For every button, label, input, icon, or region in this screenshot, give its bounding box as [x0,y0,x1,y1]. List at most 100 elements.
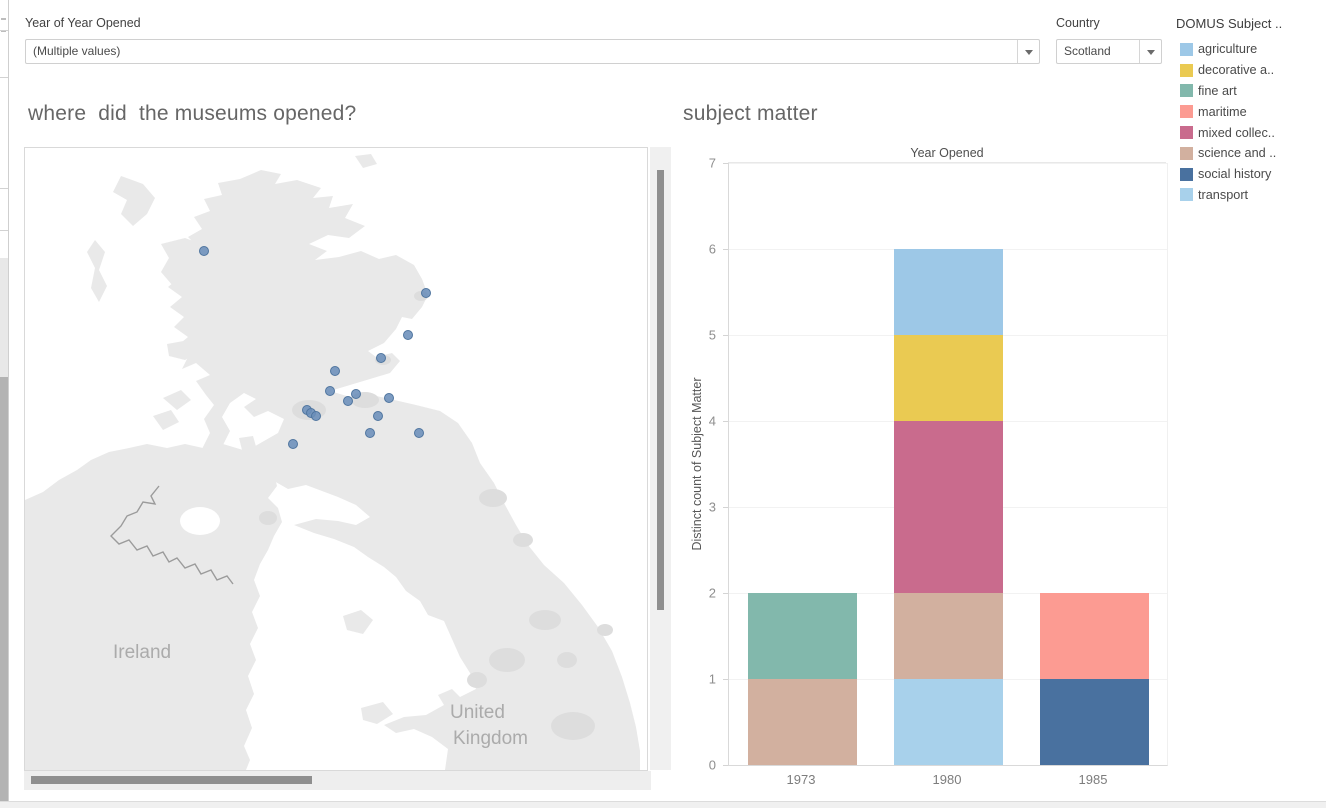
museum-point[interactable] [422,289,431,298]
y-tick-label: 0 [709,758,716,773]
country-filter-dropdown[interactable]: Scotland [1056,39,1162,64]
bar-segment-mixed-collec-[interactable] [894,421,1003,593]
museum-point[interactable] [385,394,394,403]
museum-point[interactable] [200,247,209,256]
y-tick-mark [723,593,728,594]
map-vertical-scrollbar[interactable] [650,147,671,770]
legend-title: DOMUS Subject .. [1176,16,1282,31]
legend-item-label: agriculture [1198,42,1257,56]
y-tick-mark [723,249,728,250]
map-place-label: Ireland [113,642,171,663]
bar-segment-science-and-[interactable] [894,593,1003,679]
museum-point[interactable] [344,397,353,406]
y-tick-mark [723,163,728,164]
country-filter-value: Scotland [1064,40,1111,63]
chevron-down-icon [1025,50,1033,55]
y-tick-label: 1 [709,672,716,687]
y-tick-mark [723,679,728,680]
map-canvas[interactable]: Ireland United Kingdom [25,148,647,770]
y-tick-mark [723,335,728,336]
museum-point[interactable] [289,440,298,449]
legend-item[interactable]: maritime [1180,101,1276,122]
year-filter-label: Year of Year Opened [25,16,141,30]
bar-segment-social-history[interactable] [1040,679,1149,765]
rail-track [0,258,8,377]
x-axis-labels: 1973 1980 1985 [728,770,1166,788]
country-filter-dropdown-button[interactable] [1139,40,1161,63]
map-island-uist [87,240,107,302]
legend-item[interactable]: agriculture [1180,39,1276,60]
museum-point[interactable] [366,429,375,438]
legend-item-label: decorative a.. [1198,63,1274,77]
map-horizontal-scrollbar-thumb[interactable] [31,776,312,784]
x-tick-label: 1980 [933,772,962,787]
country-filter-label: Country [1056,16,1100,30]
museum-point[interactable] [404,331,413,340]
year-filter-dropdown[interactable]: (Multiple values) [25,39,1040,64]
y-tick-label: 5 [709,328,716,343]
museum-point[interactable] [326,387,335,396]
map-place-label: United [450,702,505,723]
legend-item-label: mixed collec.. [1198,126,1275,140]
legend-swatch [1180,188,1193,201]
y-tick-label: 2 [709,586,716,601]
map-island-jura [153,410,179,430]
y-tick-label: 6 [709,242,716,257]
museum-point[interactable] [377,354,386,363]
map-horizontal-scrollbar[interactable] [24,771,651,790]
legend-swatch [1180,126,1193,139]
rail-divider [0,230,8,231]
map-vertical-scrollbar-thumb[interactable] [657,170,664,610]
legend-item[interactable]: decorative a.. [1180,60,1276,81]
legend-items: agriculture decorative a.. fine art maritim… [1180,39,1276,205]
legend-swatch [1180,64,1193,77]
bar-segment-transport[interactable] [894,679,1003,765]
y-tick-label: 3 [709,500,716,515]
rail-thumb[interactable] [0,377,8,801]
map-pane[interactable]: Ireland United Kingdom [24,147,648,771]
rail-divider [0,188,8,189]
legend-item[interactable]: science and .. [1180,143,1276,164]
bar-segment-decorative-a-[interactable] [894,335,1003,421]
museum-point[interactable] [374,412,383,421]
bar-segment-maritime[interactable] [1040,593,1149,679]
map-island-isle-of-man [343,610,373,634]
rail-divider [0,77,8,78]
map-island-anglesey [361,702,393,724]
rail-divider [0,30,8,31]
legend-item[interactable]: fine art [1180,81,1276,102]
legend-swatch [1180,168,1193,181]
map-island-orkney [355,154,377,168]
year-filter-dropdown-button[interactable] [1017,40,1039,63]
museum-point[interactable] [415,429,424,438]
legend-item[interactable]: mixed collec.. [1180,122,1276,143]
legend-swatch [1180,105,1193,118]
bar-segment-fine-art[interactable] [748,593,857,679]
legend-swatch [1180,43,1193,56]
legend-item-label: fine art [1198,84,1237,98]
map-title: where did the museums opened? [28,102,356,126]
legend-item-label: science and .. [1198,146,1276,160]
x-tick-label: 1985 [1079,772,1108,787]
x-tick-label: 1973 [787,772,816,787]
legend-item[interactable]: social history [1180,164,1276,185]
dashboard: { "filters": { "year": { "label": "Year … [0,0,1326,807]
legend-item-label: transport [1198,188,1248,202]
bar-segment-agriculture[interactable] [894,249,1003,335]
chart-title: subject matter [683,102,818,126]
gridline [729,163,1167,164]
museum-point[interactable] [352,390,361,399]
museum-point[interactable] [331,367,340,376]
map-island-islay [163,390,191,410]
legend-item-label: maritime [1198,105,1247,119]
y-tick-mark [723,765,728,766]
bar-segment-science-and-[interactable] [748,679,857,765]
chart-column-header: Year Opened [728,146,1166,163]
y-tick-label: 7 [709,156,716,171]
side-rail [0,0,9,807]
museum-point[interactable] [312,412,321,421]
legend-item[interactable]: transport [1180,185,1276,206]
y-tick-label: 4 [709,414,716,429]
map-place-label: Kingdom [453,728,528,749]
chevron-down-icon [1147,50,1155,55]
